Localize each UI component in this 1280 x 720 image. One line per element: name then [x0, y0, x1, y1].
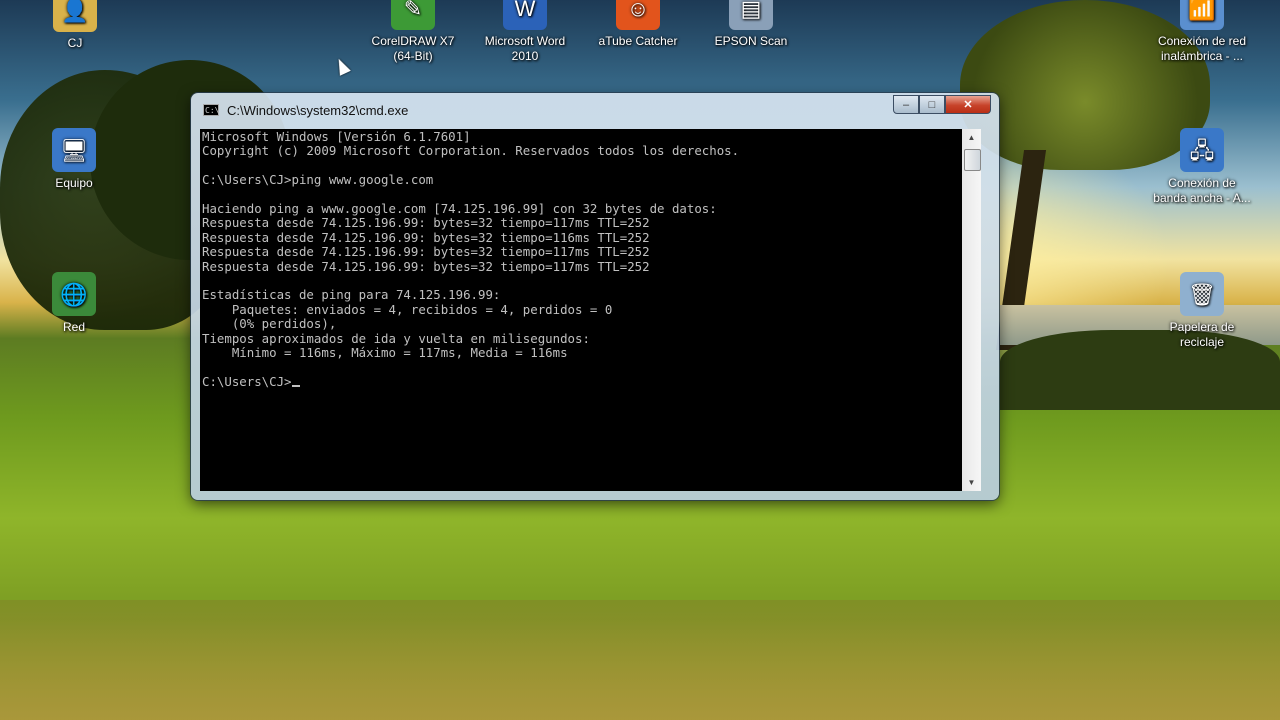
- vertical-scrollbar[interactable]: ▲ ▼: [962, 129, 981, 491]
- console-line: Respuesta desde 74.125.196.99: bytes=32 …: [202, 229, 650, 245]
- network-globe-icon: 🌐: [52, 272, 96, 316]
- word-icon: W: [503, 0, 547, 30]
- desktop-icon-coreldraw[interactable]: ✎ CorelDRAW X7 (64-Bit): [363, 0, 463, 64]
- desktop-icon-broadband-connection[interactable]: 🖧 Conexión de banda ancha - A...: [1152, 128, 1252, 206]
- desktop-icon-red[interactable]: 🌐 Red: [24, 272, 124, 335]
- desktop-icon-label: Papelera de reciclaje: [1169, 320, 1235, 349]
- wallpaper-grass: [0, 600, 1280, 720]
- scroll-up-arrow-icon[interactable]: ▲: [962, 129, 981, 146]
- scrollbar-thumb[interactable]: [964, 149, 981, 171]
- minimize-button[interactable]: –: [893, 95, 919, 114]
- console-line: Paquetes: enviados = 4, recibidos = 4, p…: [231, 301, 613, 317]
- console-prompt: C:\Users\CJ>: [202, 373, 292, 389]
- desktop-icon-recycle-bin[interactable]: 🗑 Papelera de reciclaje: [1152, 272, 1252, 350]
- window-controls: – □ ✕: [893, 95, 991, 114]
- desktop-icon-user-cj[interactable]: 👤 CJ: [25, 0, 125, 51]
- console-line: C:\Users\CJ>ping www.google.com: [202, 172, 434, 188]
- desktop-icon-label: Conexión de red inalámbrica - ...: [1157, 34, 1247, 63]
- desktop-icon-label: Red: [62, 320, 85, 334]
- console-line: (0% perdidos),: [231, 316, 337, 332]
- scroll-down-arrow-icon[interactable]: ▼: [962, 474, 981, 491]
- computer-icon: 🖥: [52, 128, 96, 172]
- text-cursor: [291, 375, 300, 387]
- window-titlebar[interactable]: C:\ C:\Windows\system32\cmd.exe – □ ✕: [191, 93, 999, 127]
- console-line: Copyright (c) 2009 Microsoft Corporation…: [202, 143, 740, 159]
- console-line: Microsoft Windows [Versión 6.1.7601]: [202, 129, 471, 144]
- atube-catcher-icon: ☺: [616, 0, 660, 30]
- cmd-window[interactable]: C:\ C:\Windows\system32\cmd.exe – □ ✕ Mi…: [191, 93, 999, 500]
- close-button[interactable]: ✕: [945, 95, 991, 114]
- desktop-icon-label: Microsoft Word 2010: [484, 34, 566, 63]
- window-title: C:\Windows\system32\cmd.exe: [227, 103, 409, 118]
- console-line: Haciendo ping a www.google.com [74.125.1…: [202, 201, 717, 217]
- wireless-network-icon: 📶: [1180, 0, 1224, 30]
- desktop-icon-label: CJ: [67, 36, 83, 50]
- console-line: Mínimo = 116ms, Máximo = 117ms, Media = …: [231, 345, 568, 361]
- console-line: Estadísticas de ping para 74.125.196.99:: [202, 287, 501, 303]
- desktop-icon-label: aTube Catcher: [598, 34, 678, 48]
- desktop-icon-label: CorelDRAW X7 (64-Bit): [371, 34, 455, 63]
- desktop-icon-label: Conexión de banda ancha - A...: [1153, 176, 1251, 205]
- console-text: Microsoft Windows [Versión 6.1.7601] Cop…: [200, 129, 962, 390]
- console-line: Respuesta desde 74.125.196.99: bytes=32 …: [202, 258, 650, 274]
- desktop-icon-epson-scan[interactable]: ▤ EPSON Scan: [701, 0, 801, 49]
- maximize-button[interactable]: □: [919, 95, 945, 114]
- mouse-pointer-icon: [333, 56, 351, 76]
- coreldraw-icon: ✎: [391, 0, 435, 30]
- desktop-icon-label: EPSON Scan: [714, 34, 788, 48]
- desktop-icon-label: Equipo: [55, 176, 93, 190]
- desktop-icon-wireless-connection[interactable]: 📶 Conexión de red inalámbrica - ...: [1152, 0, 1252, 64]
- desktop-icon-atube-catcher[interactable]: ☺ aTube Catcher: [588, 0, 688, 49]
- console-output[interactable]: Microsoft Windows [Versión 6.1.7601] Cop…: [200, 129, 962, 491]
- desktop-icon-equipo[interactable]: 🖥 Equipo: [24, 128, 124, 191]
- desktop-icon-word[interactable]: W Microsoft Word 2010: [475, 0, 575, 64]
- console-line: Respuesta desde 74.125.196.99: bytes=32 …: [202, 215, 650, 231]
- console-line: Respuesta desde 74.125.196.99: bytes=32 …: [202, 244, 650, 260]
- console-line: Tiempos aproximados de ida y vuelta en m…: [202, 330, 590, 346]
- recycle-bin-icon: 🗑: [1180, 272, 1224, 316]
- cmd-icon[interactable]: C:\: [203, 104, 219, 116]
- epson-scan-icon: ▤: [729, 0, 773, 30]
- network-connection-icon: 🖧: [1180, 128, 1224, 172]
- user-folder-icon: 👤: [53, 0, 97, 32]
